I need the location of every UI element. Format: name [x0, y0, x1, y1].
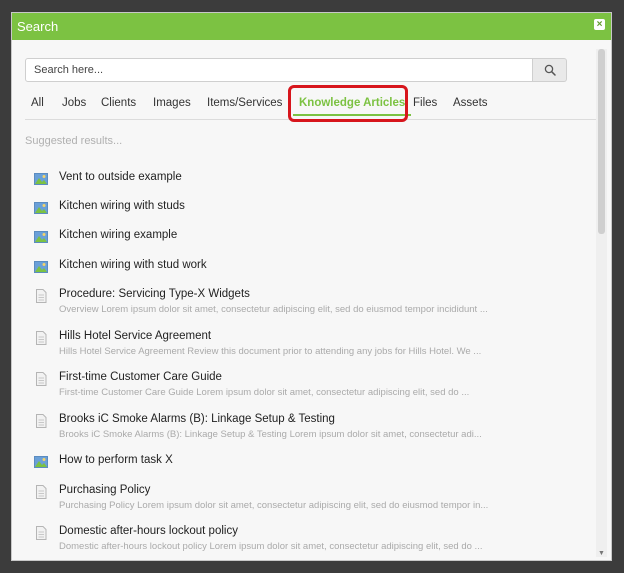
result-description: Purchasing Policy Lorem ipsum dolor sit …: [59, 500, 489, 511]
close-button[interactable]: ×: [594, 19, 605, 30]
document-icon: [36, 289, 47, 303]
result-title: Hills Hotel Service Agreement: [59, 330, 212, 342]
result-title: Kitchen wiring with stud work: [59, 259, 207, 271]
result-description: Brooks iC Smoke Alarms (B): Linkage Setu…: [59, 429, 482, 440]
result-title: Vent to outside example: [59, 171, 182, 183]
image-icon: [34, 231, 48, 243]
scrollbar-thumb[interactable]: [598, 49, 605, 234]
result-title: Kitchen wiring example: [59, 229, 178, 241]
image-icon: [34, 261, 48, 273]
document-icon: [36, 414, 47, 428]
results-list: Vent to outside example Kitchen wiring w…: [12, 13, 592, 560]
results-scrollbar[interactable]: ▼: [596, 49, 607, 557]
search-dialog: Search × All Jobs Clients Images Items/S…: [11, 12, 612, 561]
result-title: Procedure: Servicing Type-X Widgets: [59, 288, 250, 300]
image-icon: [34, 456, 48, 468]
image-icon: [34, 173, 48, 185]
result-title: First-time Customer Care Guide: [59, 371, 222, 383]
result-title: Brooks iC Smoke Alarms (B): Linkage Setu…: [59, 413, 335, 425]
result-title: Purchasing Policy: [59, 484, 151, 496]
chevron-down-icon[interactable]: ▼: [598, 550, 605, 557]
document-icon: [36, 372, 47, 386]
result-description: First-time Customer Care Guide Lorem ips…: [59, 387, 470, 398]
result-title: Domestic after-hours lockout policy: [59, 525, 238, 537]
document-icon: [36, 526, 47, 540]
image-icon: [34, 202, 48, 214]
document-icon: [36, 485, 47, 499]
result-title: Kitchen wiring with studs: [59, 200, 185, 212]
result-description: Domestic after-hours lockout policy Lore…: [59, 541, 483, 552]
result-title: How to perform task X: [59, 454, 173, 466]
document-icon: [36, 331, 47, 345]
result-description: Overview Lorem ipsum dolor sit amet, con…: [59, 304, 488, 315]
result-description: Hills Hotel Service Agreement Review thi…: [59, 346, 482, 357]
